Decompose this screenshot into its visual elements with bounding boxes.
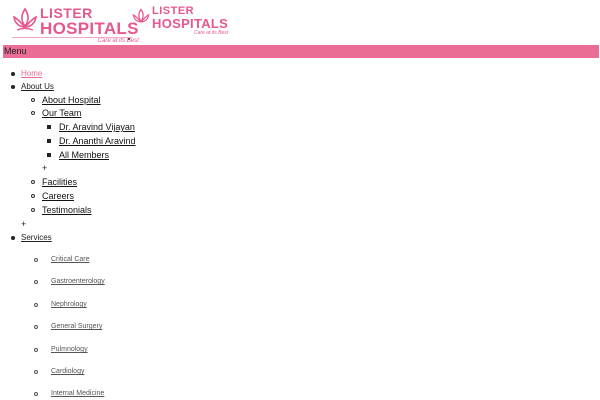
nav-link-our-team[interactable]: Our Team — [42, 108, 81, 118]
nav-item-testimonials[interactable]: Testimonials — [31, 205, 92, 215]
lotus-logo-icon — [12, 7, 38, 31]
bullet-square — [47, 125, 51, 129]
bullet-circle — [34, 303, 38, 307]
bullet-circle — [31, 111, 35, 115]
nav-item-home[interactable]: Home — [11, 69, 42, 78]
bullet-disc — [11, 85, 15, 89]
bullet-circle — [34, 392, 38, 396]
nav-link-testimonials[interactable]: Testimonials — [42, 205, 92, 215]
nav-link-all-members[interactable]: All Members — [59, 150, 109, 160]
nav-link-about-hospital[interactable]: About Hospital — [42, 95, 101, 105]
lister-hospitals-logo-secondary[interactable]: LISTER HOSPITALS Care at its Best — [132, 6, 228, 36]
logo-dot — [128, 38, 130, 40]
bullet-circle — [31, 208, 35, 212]
bullet-circle — [31, 98, 35, 102]
bullet-square — [47, 139, 51, 143]
nav-link-services[interactable]: Services — [21, 233, 52, 242]
nav-link-team-member[interactable]: Dr. Ananthi Aravind — [59, 136, 136, 146]
nav-link-about-us[interactable]: About Us — [21, 82, 54, 91]
submenu-expand-toggle[interactable]: + — [42, 163, 47, 173]
nav-link-service[interactable]: Pulmnology — [51, 346, 88, 353]
bullet-square — [47, 153, 51, 157]
lister-hospitals-logo[interactable]: LISTER HOSPITALS Care at its Best — [12, 6, 139, 44]
submenu-expand-toggle[interactable]: + — [21, 219, 26, 229]
nav-link-careers[interactable]: Careers — [42, 191, 74, 201]
nav-link-service[interactable]: Nephrology — [51, 301, 87, 308]
nav-item-service[interactable]: General Surgery — [34, 323, 102, 330]
bullet-disc — [11, 236, 15, 240]
bullet-circle — [34, 280, 38, 284]
logo-word-lister: LISTER — [40, 5, 93, 21]
nav-link-home[interactable]: Home — [21, 69, 42, 78]
nav-item-services[interactable]: Services — [11, 233, 52, 242]
nav-item-service[interactable]: Critical Care — [34, 256, 90, 263]
logo-underline — [12, 37, 132, 38]
nav-link-team-member[interactable]: Dr. Aravind Vijayan — [59, 122, 135, 132]
nav-link-service[interactable]: Critical Care — [51, 256, 90, 263]
bullet-circle — [34, 258, 38, 262]
nav-item-team-member[interactable]: Dr. Aravind Vijayan — [47, 122, 135, 132]
bullet-circle — [31, 180, 35, 184]
nav-item-facilities[interactable]: Facilities — [31, 177, 77, 187]
nav-link-facilities[interactable]: Facilities — [42, 177, 77, 187]
bullet-disc — [11, 72, 15, 76]
nav-item-service[interactable]: Nephrology — [34, 301, 87, 308]
bullet-circle — [34, 348, 38, 352]
nav-item-service[interactable]: Gastroenterology — [34, 278, 105, 285]
logo-word-hospitals: HOSPITALS — [40, 19, 139, 38]
nav-item-all-members[interactable]: All Members — [47, 150, 109, 160]
nav-item-about-us[interactable]: About Us — [11, 82, 54, 91]
logo-tagline: Care at its Best — [97, 38, 139, 44]
menu-label: Menu — [4, 46, 27, 56]
bullet-circle — [34, 325, 38, 329]
nav-item-service[interactable]: Pulmnology — [34, 346, 88, 353]
logo-tagline: Care at its Best — [193, 30, 229, 36]
logo-word-hospitals: HOSPITALS — [152, 16, 229, 31]
nav-item-about-hospital[interactable]: About Hospital — [31, 95, 101, 105]
bullet-circle — [34, 370, 38, 374]
nav-item-service[interactable]: Internal Medicine — [34, 390, 104, 397]
site-header: LISTER HOSPITALS Care at its Best LISTER… — [0, 0, 600, 44]
bullet-circle — [31, 194, 35, 198]
nav-link-service[interactable]: Internal Medicine — [51, 390, 104, 397]
nav-item-team-member[interactable]: Dr. Ananthi Aravind — [47, 136, 136, 146]
nav-item-service[interactable]: Cardiology — [34, 368, 84, 375]
lotus-logo-icon — [132, 8, 150, 23]
nav-link-service[interactable]: General Surgery — [51, 323, 102, 330]
nav-item-our-team[interactable]: Our Team — [31, 108, 81, 118]
nav-item-careers[interactable]: Careers — [31, 191, 74, 201]
menu-toggle-bar[interactable]: Menu — [3, 45, 599, 58]
nav-link-service[interactable]: Gastroenterology — [51, 278, 105, 285]
nav-link-service[interactable]: Cardiology — [51, 368, 84, 375]
